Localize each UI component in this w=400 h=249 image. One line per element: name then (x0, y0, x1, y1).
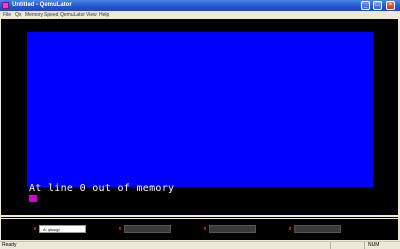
screen-paper-area (27, 32, 373, 187)
app-icon[interactable] (2, 2, 9, 9)
menu-qemulator[interactable]: QemuLator (60, 11, 85, 19)
drive-4-field[interactable] (294, 225, 341, 233)
drive-4-marker (289, 227, 291, 230)
drive-2-marker (119, 227, 121, 230)
drive-3-field[interactable] (209, 225, 256, 233)
text-cursor (29, 195, 37, 202)
menu-view[interactable]: View (86, 11, 97, 19)
menu-speed[interactable]: Speed (44, 11, 58, 19)
screen-message: At line 0 out of memory (29, 183, 175, 194)
status-text: Ready (2, 242, 17, 248)
separator-line (1, 217, 398, 218)
window-title: Untitled - QemuLator (12, 2, 72, 8)
menu-bar: File Qx Memory Speed QemuLator View Help (0, 11, 400, 19)
drive-1-marker (34, 227, 36, 230)
drive-1-field[interactable]: A: qlusqp (39, 225, 86, 233)
close-button[interactable]: × (386, 1, 395, 10)
drive-3-marker (204, 227, 206, 230)
status-panel (330, 242, 364, 249)
menu-file[interactable]: File (3, 11, 11, 19)
status-bar: Ready NUM (0, 241, 400, 249)
drive-toolbar: A: qlusqp (1, 219, 398, 240)
menu-memory[interactable]: Memory (25, 11, 43, 19)
drive-2-field[interactable] (124, 225, 171, 233)
menu-help[interactable]: Help (99, 11, 109, 19)
num-lock-indicator: NUM (368, 242, 380, 248)
title-bar[interactable]: Untitled - QemuLator _ □ × (0, 0, 400, 11)
minimize-button[interactable]: _ (361, 1, 370, 10)
menu-qx[interactable]: Qx (15, 11, 21, 19)
emulator-screen[interactable]: At line 0 out of memory (1, 19, 398, 215)
maximize-button[interactable]: □ (373, 1, 382, 10)
